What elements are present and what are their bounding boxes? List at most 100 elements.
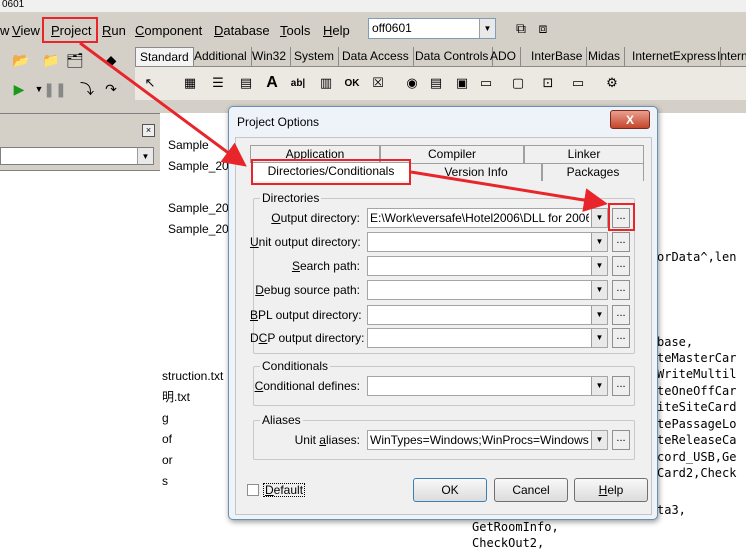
file-item[interactable]: struction.txt [162,369,223,383]
chevron-down-icon[interactable]: ▼ [591,233,607,251]
menu-database[interactable]: Database [214,23,270,39]
code-line: iteSiteCard [657,400,737,414]
save-all-icon[interactable]: 🗂 [64,49,86,71]
palette-tab-internet[interactable]: Intern [713,47,746,66]
conditional-defines-input[interactable]: ▼ [367,376,608,396]
open-project-icon[interactable]: 📁 [40,49,62,71]
search-path-input[interactable]: ▼ [367,256,608,276]
menu-run[interactable]: Run [102,23,126,39]
ok-button[interactable]: OK [413,478,487,502]
file-item[interactable]: s [162,474,168,488]
code-line: WriteMultil [657,367,737,381]
unit-output-directory-input[interactable]: ▼ [367,232,608,252]
menu-view[interactable]: View [12,23,40,39]
button-icon[interactable]: OK [341,72,363,94]
popupmenu-icon[interactable]: ▤ [235,72,257,94]
combobox-icon[interactable]: ▣ [451,72,473,94]
file-item[interactable]: g [162,411,169,425]
debug-source-path-browse-button[interactable]: ... [612,280,630,300]
debug-source-path-input[interactable]: ▼ [367,280,608,300]
open-icon[interactable]: 📂 [10,49,32,71]
component-icon[interactable]: ◆ [100,49,122,71]
code-line: tePassageLo [657,417,737,431]
help-button[interactable]: Help [574,478,648,502]
menu-help[interactable]: Help [323,23,350,39]
tab-version-info[interactable]: Version Info [410,163,542,181]
chevron-down-icon[interactable]: ▼ [591,377,607,395]
conditional-defines-label: Conditional defines: [254,379,360,393]
chevron-down-icon[interactable]: ▼ [591,257,607,275]
window-list-icon[interactable]: ⧉ [510,17,532,39]
file-item[interactable]: or [162,453,173,467]
search-path-browse-button[interactable]: ... [612,256,630,276]
chevron-down-icon[interactable]: ▼ [137,148,153,164]
run-icon[interactable]: ▶ [8,78,30,100]
radiobutton-icon[interactable]: ◉ [401,72,423,94]
file-item[interactable]: Sample_20 [168,222,229,236]
cancel-button[interactable]: Cancel [494,478,568,502]
output-directory-label: Output directory: [271,211,360,225]
palette-tab-additional[interactable]: Additional [190,47,252,66]
close-button[interactable]: X [610,110,650,129]
actionlist-icon[interactable]: ⚙ [601,72,623,94]
default-checkbox-label[interactable]: Default [263,483,306,497]
menu-window[interactable]: w [0,23,9,39]
mainmenu-icon[interactable]: ☰ [207,72,229,94]
chevron-down-icon[interactable]: ▼ [591,431,607,449]
unit-output-directory-browse-button[interactable]: ... [612,232,630,252]
step-over-icon[interactable]: ↷ [100,78,122,100]
bpl-output-directory-input[interactable]: ▼ [367,305,608,325]
file-item[interactable]: Sample [168,138,209,152]
file-item[interactable]: of [162,432,172,446]
chevron-down-icon[interactable]: ▼ [479,19,495,38]
palette-tab-ado[interactable]: ADO [486,47,522,66]
listbox-icon[interactable]: ▤ [425,72,447,94]
frames-icon[interactable]: ▦ [179,72,201,94]
conditional-defines-browse-button[interactable]: ... [612,376,630,396]
label-icon[interactable]: A [261,72,283,94]
aliases-group-label: Aliases [260,413,303,427]
palette-tab-interbase[interactable]: InterBase [527,47,588,66]
palette-tab-win32[interactable]: Win32 [248,47,292,66]
menu-tools[interactable]: Tools [280,23,310,39]
unit-aliases-browse-button[interactable]: ... [612,430,630,450]
close-icon[interactable]: × [142,124,155,137]
palette-tab-data-access[interactable]: Data Access [338,47,414,66]
edit-icon[interactable]: ab| [287,72,309,94]
panel-icon[interactable]: ▭ [567,72,589,94]
toggle-form-icon[interactable]: ⧈ [532,17,554,39]
chevron-down-icon[interactable]: ▼ [591,281,607,299]
dcp-output-directory-input[interactable]: ▼ [367,328,608,348]
chevron-down-icon[interactable]: ▼ [591,306,607,324]
bpl-output-directory-browse-button[interactable]: ... [612,305,630,325]
default-checkbox[interactable] [247,484,259,496]
object-combo[interactable]: ▼ [0,147,154,165]
pause-icon[interactable]: ❚❚ [43,78,66,100]
dcp-output-directory-browse-button[interactable]: ... [612,328,630,348]
unit-aliases-label: Unit aliases: [294,433,360,447]
chevron-down-icon[interactable]: ▼ [591,329,607,347]
palette-tab-internetexpress[interactable]: InternetExpress [628,47,722,66]
annotation-box-browse-button [608,203,635,231]
palette-tab-standard[interactable]: Standard [135,47,194,66]
trace-into-icon[interactable]: ⤵ [76,78,98,100]
tab-packages[interactable]: Packages [542,163,644,181]
unit-aliases-input[interactable]: WinTypes=Windows;WinProcs=Windows;DbiT ▼ [367,430,608,450]
groupbox-icon[interactable]: ▢ [507,72,529,94]
tab-linker[interactable]: Linker [524,145,644,163]
palette-tab-midas[interactable]: Midas [584,47,626,66]
chevron-down-icon[interactable]: ▼ [591,209,607,227]
palette-tab-data-controls[interactable]: Data Controls [411,47,494,66]
palette-tab-system[interactable]: System [290,47,340,66]
file-item[interactable]: Sample_20 [168,201,229,215]
checkbox-icon[interactable]: ☒ [367,72,389,94]
configuration-combo[interactable]: off0601 ▼ [368,18,496,39]
menu-component[interactable]: Component [135,23,202,39]
output-directory-input[interactable]: E:\Work\eversafe\Hotel2006\DLL for 2006.… [367,208,608,228]
memo-icon[interactable]: ▥ [315,72,337,94]
file-item[interactable]: Sample_20 [168,159,229,173]
file-item[interactable]: 明.txt [162,390,190,404]
scrollbar-icon[interactable]: ▭ [475,72,497,94]
arrow-cursor-icon[interactable]: ↖ [139,72,161,94]
radiogroup-icon[interactable]: ⊡ [537,72,559,94]
